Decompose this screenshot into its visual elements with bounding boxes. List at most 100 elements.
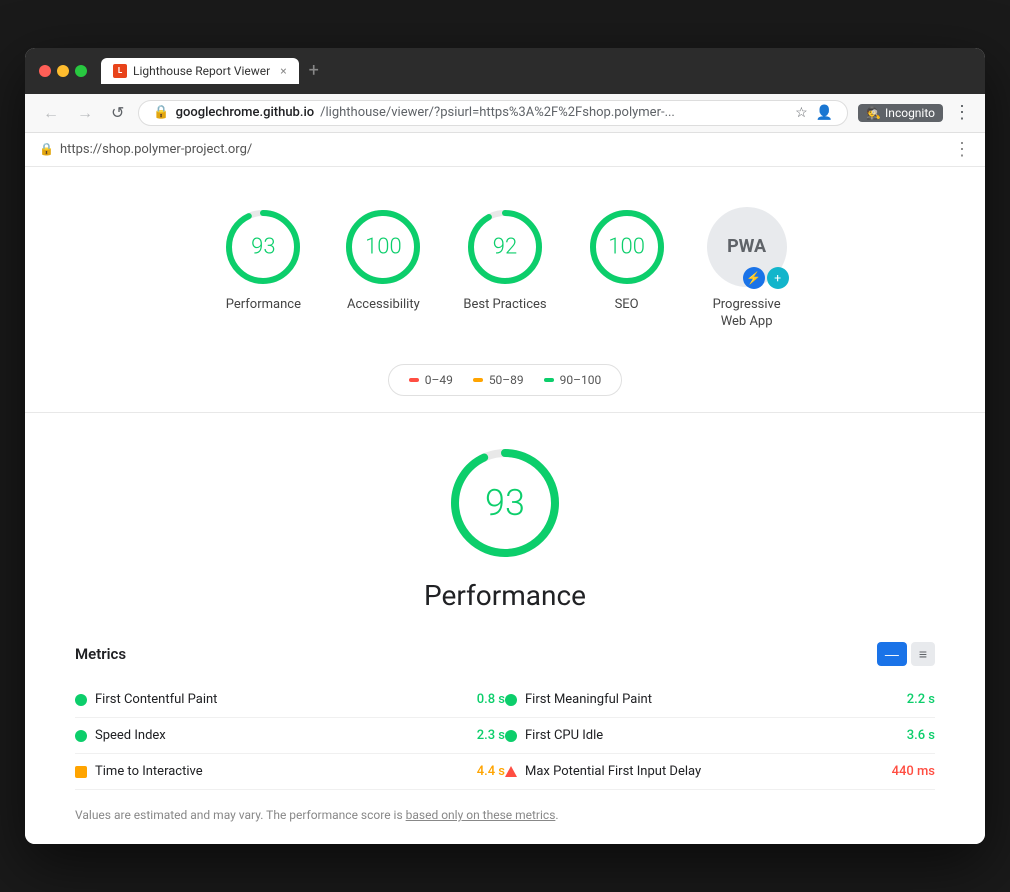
lock-icon: 🔒	[153, 105, 169, 120]
best-practices-label: Best Practices	[463, 297, 546, 314]
score-item-accessibility[interactable]: 100 Accessibility	[343, 207, 423, 314]
incognito-label: Incognito	[885, 106, 935, 120]
best-practices-score: 92	[493, 234, 517, 259]
mpfid-dot	[505, 766, 517, 777]
tab-close-button[interactable]: ×	[280, 64, 286, 78]
pwa-text: PWA	[727, 236, 766, 257]
tti-name: Time to Interactive	[95, 764, 469, 779]
score-circle-performance: 93	[223, 207, 303, 287]
bookmark-icon[interactable]: ☆	[795, 105, 808, 121]
incognito-badge: 🕵 Incognito	[858, 104, 943, 122]
user-icon: 👤	[816, 105, 833, 121]
legend-label-orange: 50–89	[489, 373, 524, 387]
fmp-value: 2.2 s	[907, 692, 935, 707]
traffic-lights	[39, 65, 87, 77]
big-score-circle: 93	[445, 443, 565, 563]
sub-lock-icon: 🔒	[39, 142, 54, 156]
url-path: /lighthouse/viewer/?psiurl=https%3A%2F%2…	[320, 105, 675, 120]
legend-item-orange: 50–89	[473, 373, 524, 387]
back-button[interactable]: ←	[39, 101, 63, 125]
legend-item-red: 0–49	[409, 373, 453, 387]
tab-title: Lighthouse Report Viewer	[133, 64, 270, 78]
maximize-button[interactable]	[75, 65, 87, 77]
metrics-note: Values are estimated and may vary. The p…	[75, 806, 935, 824]
score-legend: 0–49 50–89 90–100	[388, 364, 623, 396]
browser-window: L Lighthouse Report Viewer × + ← → ↺ 🔒 g…	[25, 48, 985, 845]
section-divider	[25, 412, 985, 413]
metrics-header: Metrics — ≡	[75, 642, 935, 666]
metrics-grid: First Contentful Paint 0.8 s First Meani…	[75, 682, 935, 790]
si-dot	[75, 730, 87, 742]
sub-url: https://shop.polymer-project.org/	[60, 142, 252, 157]
score-item-performance[interactable]: 93 Performance	[223, 207, 303, 314]
legend-dot-red	[409, 378, 419, 382]
metric-row-fcp: First Contentful Paint 0.8 s	[75, 682, 505, 718]
fcp-value: 0.8 s	[477, 692, 505, 707]
url-domain: googlechrome.github.io	[176, 105, 315, 120]
fcp-name: First Contentful Paint	[95, 692, 469, 707]
legend-dot-orange	[473, 378, 483, 382]
score-item-seo[interactable]: 100 SEO	[587, 207, 667, 314]
fmp-name: First Meaningful Paint	[525, 692, 899, 707]
pwa-badge-lightning: ⚡	[743, 267, 765, 289]
pwa-label: ProgressiveWeb App	[713, 297, 781, 331]
seo-label: SEO	[615, 297, 639, 314]
legend-item-green: 90–100	[544, 373, 602, 387]
url-icons: ☆ 👤	[795, 105, 833, 121]
address-bar: ← → ↺ 🔒 googlechrome.github.io /lighthou…	[25, 94, 985, 133]
minimize-button[interactable]	[57, 65, 69, 77]
legend-label-green: 90–100	[560, 373, 602, 387]
tti-value: 4.4 s	[477, 764, 505, 779]
score-circle-best-practices: 92	[465, 207, 545, 287]
sub-menu-dots[interactable]: ⋮	[953, 139, 971, 160]
mpfid-name: Max Potential First Input Delay	[525, 764, 884, 779]
metrics-note-end: .	[555, 808, 558, 822]
reload-button[interactable]: ↺	[107, 101, 128, 124]
pwa-badges: ⚡ +	[743, 267, 789, 289]
browser-menu-button[interactable]: ⋮	[953, 102, 971, 123]
performance-label: Performance	[226, 297, 301, 314]
score-circle-seo: 100	[587, 207, 667, 287]
url-bar[interactable]: 🔒 googlechrome.github.io /lighthouse/vie…	[138, 100, 848, 126]
legend-label-red: 0–49	[425, 373, 453, 387]
toggle-summary-button[interactable]: —	[877, 642, 907, 666]
metric-row-fci: First CPU Idle 3.6 s	[505, 718, 935, 754]
metric-row-fmp: First Meaningful Paint 2.2 s	[505, 682, 935, 718]
metric-row-si: Speed Index 2.3 s	[75, 718, 505, 754]
fci-dot	[505, 730, 517, 742]
big-score-section: 93 Performance	[65, 443, 945, 612]
score-circle-accessibility: 100	[343, 207, 423, 287]
scores-section: 93 Performance 100 Accessibility	[65, 197, 945, 341]
accessibility-label: Accessibility	[347, 297, 420, 314]
score-item-pwa[interactable]: PWA ⚡ + ProgressiveWeb App	[707, 207, 787, 331]
pwa-badge-plus: +	[767, 267, 789, 289]
close-button[interactable]	[39, 65, 51, 77]
si-name: Speed Index	[95, 728, 469, 743]
fcp-dot	[75, 694, 87, 706]
view-toggle: — ≡	[877, 642, 935, 666]
fci-name: First CPU Idle	[525, 728, 899, 743]
incognito-icon: 🕵	[866, 106, 881, 120]
big-score-number: 93	[485, 482, 525, 524]
big-score-label: Performance	[424, 579, 586, 612]
active-tab[interactable]: L Lighthouse Report Viewer ×	[101, 58, 299, 84]
sub-address-bar: 🔒 https://shop.polymer-project.org/ ⋮	[25, 133, 985, 167]
forward-button[interactable]: →	[73, 101, 97, 125]
fci-value: 3.6 s	[907, 728, 935, 743]
performance-score: 93	[251, 234, 275, 259]
score-item-best-practices[interactable]: 92 Best Practices	[463, 207, 546, 314]
metrics-note-link[interactable]: based only on these metrics	[406, 808, 556, 822]
seo-score: 100	[608, 234, 645, 259]
title-bar: L Lighthouse Report Viewer × +	[25, 48, 985, 94]
metrics-title: Metrics	[75, 645, 126, 663]
legend-dot-green	[544, 378, 554, 382]
new-tab-button[interactable]: +	[303, 60, 325, 81]
pwa-icon-wrapper: PWA ⚡ +	[707, 207, 787, 287]
metrics-note-text: Values are estimated and may vary. The p…	[75, 808, 406, 822]
toggle-detail-button[interactable]: ≡	[911, 642, 935, 666]
mpfid-value: 440 ms	[892, 764, 935, 779]
accessibility-score: 100	[365, 234, 402, 259]
fmp-dot	[505, 694, 517, 706]
metric-row-tti: Time to Interactive 4.4 s	[75, 754, 505, 790]
metrics-section: Metrics — ≡ First Contentful Paint 0.8 s…	[65, 642, 945, 824]
